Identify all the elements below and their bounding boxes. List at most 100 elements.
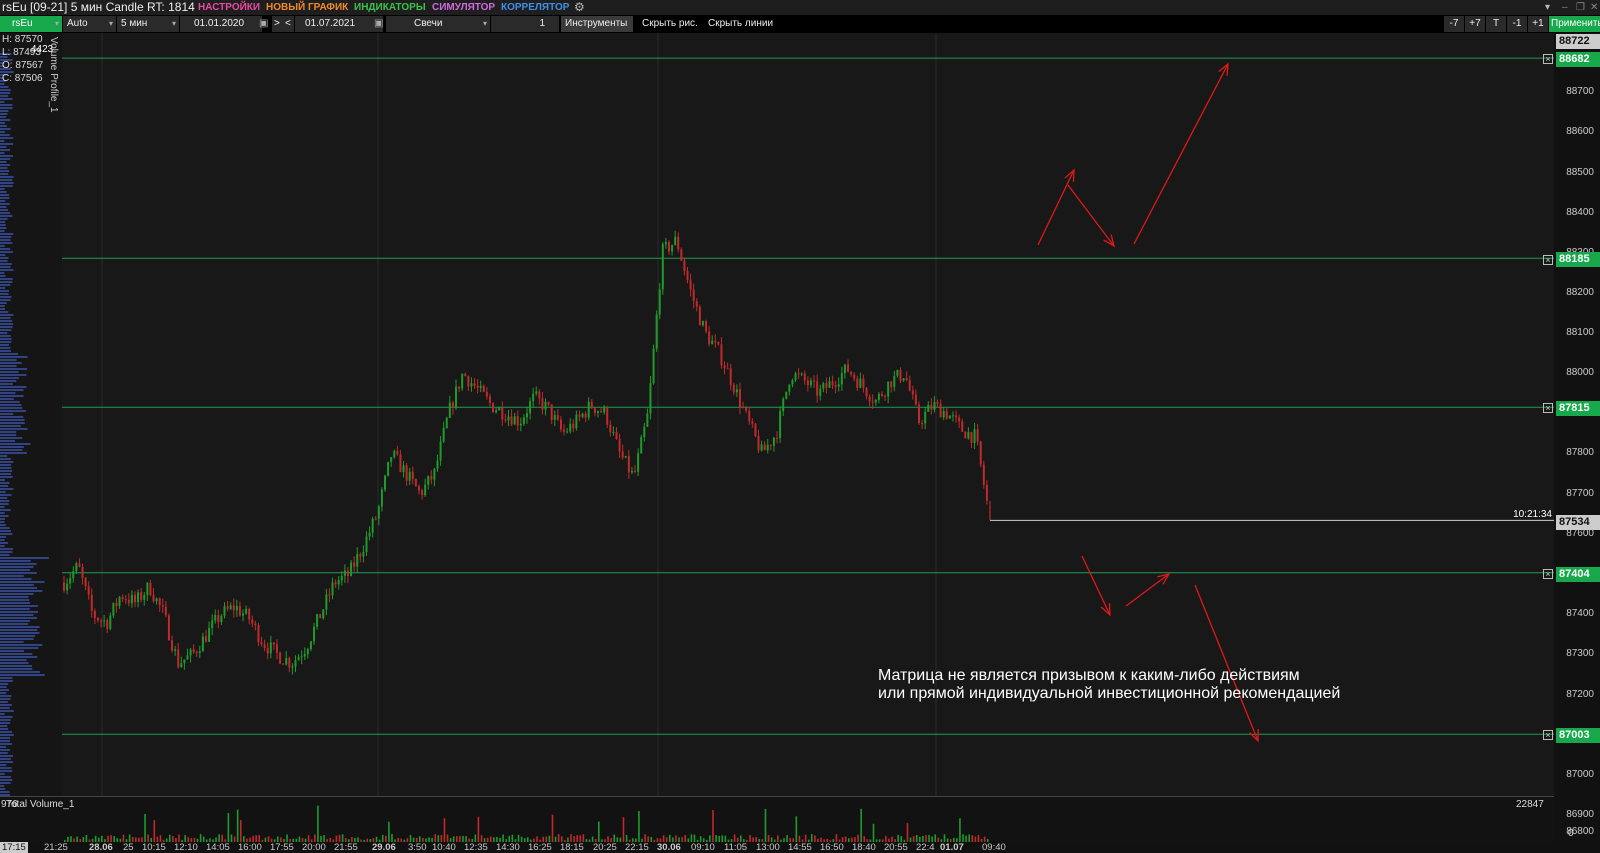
level-remove-icon-4[interactable]: × [1543,569,1553,579]
menu-new-chart[interactable]: НОВЫЙ ГРАФИК [266,0,348,15]
profile-bar [0,209,8,211]
chart-type-select[interactable]: Свечи [386,16,490,32]
candle-body [368,532,371,537]
profile-bar [0,506,5,508]
hide-drawings-button[interactable]: Скрыть рис. [638,16,702,32]
profile-bar [0,599,30,601]
volume-bar [968,834,970,842]
candle-body [204,636,207,642]
volume-panel[interactable]: Total Volume_1 976 22847 0 [0,796,1574,843]
shift-plus7-button[interactable]: +7 [1465,16,1485,32]
level-remove-icon-2[interactable]: × [1543,255,1553,265]
candle-body [424,484,427,496]
profile-bar [0,719,11,721]
calendar-to-icon[interactable]: ▣ [373,16,385,32]
profile-bar [0,215,13,217]
candle-body [606,407,609,425]
disclaimer-line-2: или прямой индивидуальной инвестиционной… [878,685,1341,702]
volume-profile-bars [0,53,49,796]
candle-body [874,399,877,403]
timeframe-select[interactable]: 5 мин [117,16,179,32]
calendar-from-icon[interactable]: ▣ [258,16,270,32]
level-remove-icon-5[interactable]: × [1543,730,1553,740]
menu-simulator[interactable]: СИМУЛЯТОР [432,0,495,15]
volume-bar [959,818,961,842]
apply-button[interactable]: Применить [1549,16,1600,32]
menu-settings[interactable]: НАСТРОЙКИ [198,0,260,15]
shift-plus1-button[interactable]: +1 [1528,16,1548,32]
profile-bar [0,116,7,118]
candle-body [905,378,908,381]
candle-body [87,586,90,595]
candle-body [501,407,504,420]
price-axis[interactable]: 88700 88600 88500 88400 88300 88200 8810… [1554,33,1600,853]
candle-body [402,465,405,473]
candle-body [596,411,599,413]
step-input[interactable]: 1 [491,16,559,32]
date-from-field[interactable]: 01.01.2020 [180,16,262,32]
profile-bar [0,674,45,676]
candle-body [430,475,433,480]
volume-bar [872,823,875,842]
shift-minus1-button[interactable]: -1 [1507,16,1527,32]
menu-correlator[interactable]: КОРРЕЛЯТОР [501,0,569,15]
candle-body [840,373,843,385]
shift-minus7-button[interactable]: -7 [1444,16,1464,32]
profile-bar [0,491,6,493]
profile-bar [0,149,11,151]
current-time-label: 10:21:34 [1513,509,1552,520]
candle-body [504,419,507,421]
volume-bar [437,835,440,842]
candle-body [251,619,254,624]
volume-bar [582,834,585,842]
candle-body [766,444,769,451]
restore-icon[interactable]: ❐ [1576,0,1585,15]
level-remove-icon-3[interactable]: × [1543,403,1553,413]
time-label: 14:30 [496,842,520,853]
date-to-field[interactable]: 01.07.2021 [295,16,383,32]
candle-body [640,437,643,454]
profile-bar [0,440,16,442]
hide-lines-button[interactable]: Скрыть линии [704,16,776,32]
volume-bar [409,835,412,842]
toolbar: rsEu Auto 5 мин 01.01.2020 ▣ > < 01.07.2… [0,15,1600,33]
profile-bar [0,638,34,640]
candle-body [371,518,374,533]
profile-bar [0,182,14,184]
candle-body [979,441,982,465]
volume-bar [777,835,779,842]
symbol-select[interactable]: rsEu [0,16,62,32]
candle-body [189,649,192,656]
candle-body [742,406,745,408]
candle-body [353,562,356,567]
nav-forward-button[interactable]: > [272,16,283,32]
price-label: 87400 [1566,608,1594,619]
candle-body [655,314,658,349]
instruments-button[interactable]: Инструменты [561,16,633,32]
minimize-icon[interactable]: – [1562,0,1568,15]
candle-body [880,393,883,396]
volume-bar [915,835,918,842]
candle-body [667,242,670,252]
menu-indicators[interactable]: ИНДИКАТОРЫ [354,0,426,15]
profile-bar [0,410,26,412]
nav-back-button[interactable]: < [283,16,294,32]
level-remove-icon-1[interactable]: × [1543,54,1553,64]
profile-bar [0,548,13,550]
today-button[interactable]: T [1486,16,1506,32]
profile-bar [0,380,17,382]
time-axis[interactable]: 17:15 21:25 28.06 25 10:15 12:10 14:05 1… [0,842,1554,853]
profile-bar [0,458,11,460]
candle-body [698,306,701,326]
candle-body [794,373,797,381]
profile-bar [0,92,11,94]
scale-select[interactable]: Auto [63,16,116,32]
pin-icon[interactable]: ▾ [1545,0,1550,15]
candle-body [664,242,667,245]
close-icon[interactable]: ✕ [1590,0,1598,15]
gears-icon[interactable]: ⚙ [574,0,585,15]
candle-body [186,655,189,660]
candle-body [893,375,896,388]
volume-bar [511,834,514,842]
candle-body [677,236,680,250]
